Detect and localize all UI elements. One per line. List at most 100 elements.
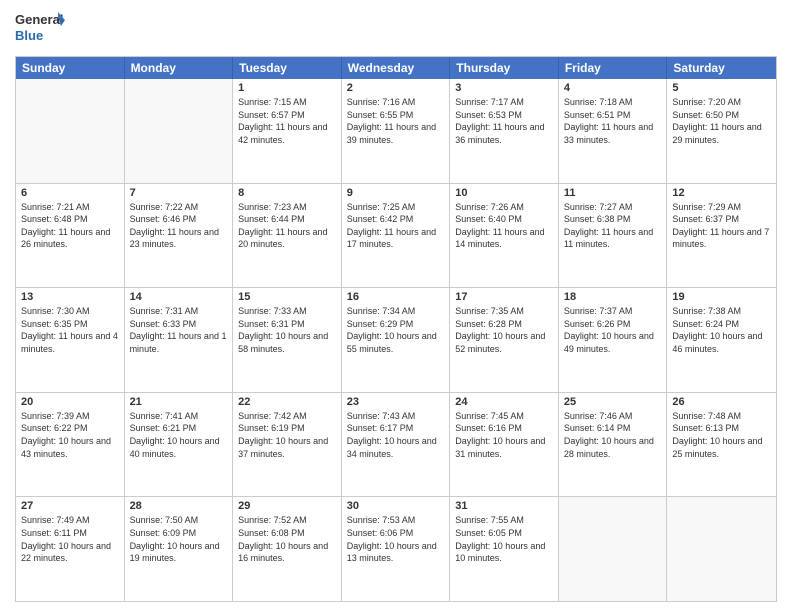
day-header-sunday: Sunday (16, 57, 125, 79)
day-cell-11: 11 Sunrise: 7:27 AM Sunset: 6:38 PM Dayli… (559, 184, 668, 288)
day-cell-29: 29 Sunrise: 7:52 AM Sunset: 6:08 PM Dayli… (233, 497, 342, 601)
week-row-1: 1Sunrise: 7:15 AM Sunset: 6:57 PM Daylig… (16, 79, 776, 184)
header: General Blue (15, 10, 777, 48)
day-cell-12: 12Sunrise: 7:29 AM Sunset: 6:37 PM Dayli… (667, 184, 776, 288)
day-info: Sunrise: 7:48 AM Sunset: 6:13 PM Dayligh… (672, 410, 771, 460)
day-number: 9 (347, 187, 445, 199)
day-number: 11 (564, 187, 662, 199)
day-number: 6 (21, 187, 119, 199)
day-info: Sunrise: 7:55 AM Sunset: 6:05 PM Dayligh… (455, 514, 553, 564)
day-cell-5: 5 Sunrise: 7:20 AM Sunset: 6:50 PM Daylig… (667, 79, 776, 183)
day-info: Sunrise: 7:25 AM Sunset: 6:42 PM Dayligh… (347, 201, 445, 251)
day-header-monday: Monday (125, 57, 234, 79)
day-number: 2 (347, 82, 445, 94)
day-header-friday: Friday (559, 57, 668, 79)
day-number: 28 (130, 500, 228, 512)
day-info: Sunrise: 7:16 AM Sunset: 6:55 PM Dayligh… (347, 96, 445, 146)
day-info: Sunrise: 7:33 AM Sunset: 6:31 PM Dayligh… (238, 305, 336, 355)
day-number: 31 (455, 500, 553, 512)
empty-cell (125, 79, 234, 183)
day-number: 26 (672, 396, 771, 408)
day-cell-20: 20 Sunrise: 7:39 AM Sunset: 6:22 PM Dayli… (16, 393, 125, 497)
day-number: 15 (238, 291, 336, 303)
day-cell-30: 30 Sunrise: 7:53 AM Sunset: 6:06 PM Dayli… (342, 497, 451, 601)
day-cell-28: 28 Sunrise: 7:50 AM Sunset: 6:09 PM Dayli… (125, 497, 234, 601)
day-info: Sunrise: 7:42 AM Sunset: 6:19 PM Dayligh… (238, 410, 336, 460)
day-number: 5 (672, 82, 771, 94)
week-row-3: 13 Sunrise: 7:30 AM Sunset: 6:35 PM Dayli… (16, 288, 776, 393)
day-info: Sunrise: 7:20 AM Sunset: 6:50 PM Dayligh… (672, 96, 771, 146)
calendar-body: 1Sunrise: 7:15 AM Sunset: 6:57 PM Daylig… (16, 79, 776, 601)
day-cell-22: 22 Sunrise: 7:42 AM Sunset: 6:19 PM Dayli… (233, 393, 342, 497)
day-info: Sunrise: 7:39 AM Sunset: 6:22 PM Dayligh… (21, 410, 119, 460)
day-info: Sunrise: 7:41 AM Sunset: 6:21 PM Dayligh… (130, 410, 228, 460)
day-info: Sunrise: 7:27 AM Sunset: 6:38 PM Dayligh… (564, 201, 662, 251)
day-cell-13: 13 Sunrise: 7:30 AM Sunset: 6:35 PM Dayli… (16, 288, 125, 392)
day-number: 14 (130, 291, 228, 303)
day-cell-18: 18 Sunrise: 7:37 AM Sunset: 6:26 PM Dayli… (559, 288, 668, 392)
day-number: 13 (21, 291, 119, 303)
day-info: Sunrise: 7:21 AM Sunset: 6:48 PM Dayligh… (21, 201, 119, 251)
day-number: 23 (347, 396, 445, 408)
day-number: 4 (564, 82, 662, 94)
day-number: 18 (564, 291, 662, 303)
empty-cell (559, 497, 668, 601)
day-info: Sunrise: 7:37 AM Sunset: 6:26 PM Dayligh… (564, 305, 662, 355)
day-header-wednesday: Wednesday (342, 57, 451, 79)
day-info: Sunrise: 7:18 AM Sunset: 6:51 PM Dayligh… (564, 96, 662, 146)
day-info: Sunrise: 7:50 AM Sunset: 6:09 PM Dayligh… (130, 514, 228, 564)
day-cell-3: 3Sunrise: 7:17 AM Sunset: 6:53 PM Daylig… (450, 79, 559, 183)
day-cell-27: 27Sunrise: 7:49 AM Sunset: 6:11 PM Dayli… (16, 497, 125, 601)
day-info: Sunrise: 7:35 AM Sunset: 6:28 PM Dayligh… (455, 305, 553, 355)
day-info: Sunrise: 7:46 AM Sunset: 6:14 PM Dayligh… (564, 410, 662, 460)
svg-text:Blue: Blue (15, 28, 43, 43)
day-cell-9: 9 Sunrise: 7:25 AM Sunset: 6:42 PM Daylig… (342, 184, 451, 288)
calendar: SundayMondayTuesdayWednesdayThursdayFrid… (15, 56, 777, 602)
svg-text:General: General (15, 12, 63, 27)
day-number: 20 (21, 396, 119, 408)
day-info: Sunrise: 7:29 AM Sunset: 6:37 PM Dayligh… (672, 201, 771, 251)
day-number: 1 (238, 82, 336, 94)
day-cell-23: 23 Sunrise: 7:43 AM Sunset: 6:17 PM Dayli… (342, 393, 451, 497)
day-info: Sunrise: 7:43 AM Sunset: 6:17 PM Dayligh… (347, 410, 445, 460)
day-number: 27 (21, 500, 119, 512)
day-number: 7 (130, 187, 228, 199)
day-cell-10: 10Sunrise: 7:26 AM Sunset: 6:40 PM Dayli… (450, 184, 559, 288)
day-cell-4: 4 Sunrise: 7:18 AM Sunset: 6:51 PM Daylig… (559, 79, 668, 183)
day-info: Sunrise: 7:22 AM Sunset: 6:46 PM Dayligh… (130, 201, 228, 251)
day-number: 22 (238, 396, 336, 408)
day-info: Sunrise: 7:52 AM Sunset: 6:08 PM Dayligh… (238, 514, 336, 564)
day-number: 16 (347, 291, 445, 303)
day-cell-15: 15 Sunrise: 7:33 AM Sunset: 6:31 PM Dayli… (233, 288, 342, 392)
calendar-header: SundayMondayTuesdayWednesdayThursdayFrid… (16, 57, 776, 79)
day-info: Sunrise: 7:26 AM Sunset: 6:40 PM Dayligh… (455, 201, 553, 251)
day-info: Sunrise: 7:23 AM Sunset: 6:44 PM Dayligh… (238, 201, 336, 251)
day-number: 25 (564, 396, 662, 408)
day-cell-14: 14 Sunrise: 7:31 AM Sunset: 6:33 PM Dayli… (125, 288, 234, 392)
day-info: Sunrise: 7:38 AM Sunset: 6:24 PM Dayligh… (672, 305, 771, 355)
week-row-4: 20 Sunrise: 7:39 AM Sunset: 6:22 PM Dayli… (16, 393, 776, 498)
day-cell-17: 17Sunrise: 7:35 AM Sunset: 6:28 PM Dayli… (450, 288, 559, 392)
day-cell-21: 21 Sunrise: 7:41 AM Sunset: 6:21 PM Dayli… (125, 393, 234, 497)
day-info: Sunrise: 7:53 AM Sunset: 6:06 PM Dayligh… (347, 514, 445, 564)
day-info: Sunrise: 7:34 AM Sunset: 6:29 PM Dayligh… (347, 305, 445, 355)
day-header-thursday: Thursday (450, 57, 559, 79)
empty-cell (667, 497, 776, 601)
day-cell-2: 2 Sunrise: 7:16 AM Sunset: 6:55 PM Daylig… (342, 79, 451, 183)
day-cell-19: 19 Sunrise: 7:38 AM Sunset: 6:24 PM Dayli… (667, 288, 776, 392)
day-cell-6: 6 Sunrise: 7:21 AM Sunset: 6:48 PM Daylig… (16, 184, 125, 288)
day-info: Sunrise: 7:30 AM Sunset: 6:35 PM Dayligh… (21, 305, 119, 355)
day-number: 30 (347, 500, 445, 512)
day-number: 21 (130, 396, 228, 408)
day-number: 19 (672, 291, 771, 303)
week-row-5: 27Sunrise: 7:49 AM Sunset: 6:11 PM Dayli… (16, 497, 776, 601)
day-number: 29 (238, 500, 336, 512)
day-number: 24 (455, 396, 553, 408)
empty-cell (16, 79, 125, 183)
week-row-2: 6 Sunrise: 7:21 AM Sunset: 6:48 PM Daylig… (16, 184, 776, 289)
day-cell-8: 8Sunrise: 7:23 AM Sunset: 6:44 PM Daylig… (233, 184, 342, 288)
logo-svg: General Blue (15, 10, 65, 48)
day-info: Sunrise: 7:31 AM Sunset: 6:33 PM Dayligh… (130, 305, 228, 355)
day-header-tuesday: Tuesday (233, 57, 342, 79)
day-cell-26: 26 Sunrise: 7:48 AM Sunset: 6:13 PM Dayli… (667, 393, 776, 497)
